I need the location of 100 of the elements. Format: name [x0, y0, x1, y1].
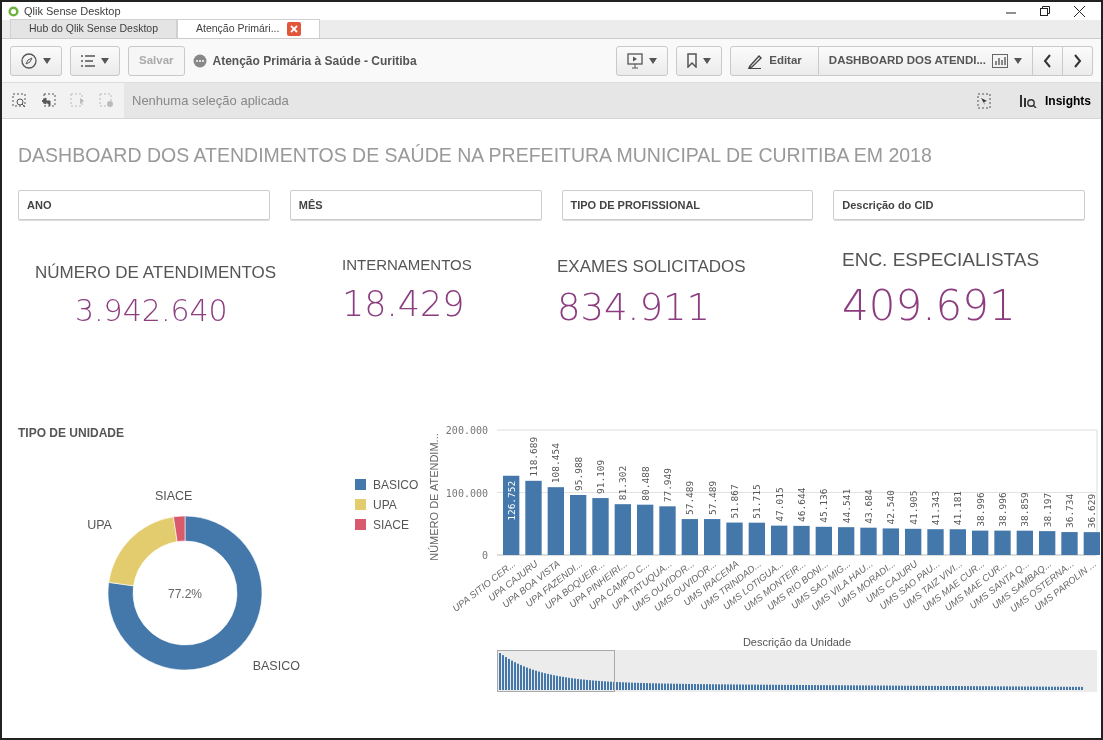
bar-value-label: 38.197 — [1041, 493, 1053, 528]
bar-value-label: 42.540 — [885, 490, 897, 525]
bar[interactable] — [994, 530, 1011, 556]
bar-value-label: 43.684 — [863, 489, 874, 524]
bar[interactable] — [972, 530, 989, 556]
kpi-value: 18.429 — [342, 284, 466, 324]
caret-icon — [703, 57, 712, 64]
viewport-handle[interactable] — [497, 650, 615, 693]
bar-value-label: 38.996 — [997, 492, 1008, 527]
bar-value-label: 36.734 — [1064, 494, 1075, 529]
kpi-label: NÚMERO DE ATENDIMENTOS — [35, 262, 278, 285]
chevron-right-icon — [1073, 53, 1082, 68]
filter-field[interactable]: MÊS — [289, 190, 542, 221]
bar-value-label: 41.181 — [952, 491, 964, 526]
bar[interactable] — [771, 525, 788, 556]
bar[interactable] — [748, 522, 765, 556]
tab[interactable]: Atenção Primári... — [177, 19, 321, 38]
bar[interactable] — [949, 529, 966, 556]
bar-value-label: 126.752 — [505, 481, 517, 522]
bar-value-label: 51.867 — [729, 484, 740, 519]
kpi-value: 3.942.640 — [74, 293, 229, 327]
slice-label: SIACE — [154, 489, 193, 504]
bookmark-button[interactable] — [676, 45, 723, 76]
bookmark-icon — [687, 53, 698, 68]
bar[interactable] — [681, 519, 698, 556]
next-button[interactable] — [1063, 45, 1093, 76]
bar[interactable] — [1039, 531, 1056, 556]
kpi-label: INTERNAMENTOS — [342, 255, 473, 276]
bar[interactable] — [659, 506, 676, 556]
sheet-icon — [992, 53, 1008, 68]
insights-icon — [1019, 93, 1039, 108]
bar[interactable] — [1083, 532, 1100, 556]
slice-label: BASICO — [252, 659, 300, 674]
tab[interactable]: Hub do Qlik Sense Desktop — [10, 19, 177, 38]
axis-tick-label: 0 — [481, 550, 488, 562]
bar[interactable] — [726, 522, 743, 556]
list-icon — [81, 54, 95, 67]
bar[interactable] — [1061, 532, 1078, 556]
insights-button[interactable]: Insights — [1009, 83, 1101, 118]
bar-value-label: 57.489 — [684, 481, 696, 516]
bar[interactable] — [547, 487, 564, 556]
bar[interactable] — [815, 527, 832, 556]
bar[interactable] — [503, 476, 520, 556]
edit-button[interactable]: Editar — [730, 45, 819, 76]
bar[interactable] — [525, 481, 542, 556]
app-icon — [192, 53, 207, 68]
bar[interactable] — [882, 528, 899, 556]
caret-icon — [649, 57, 658, 64]
bar[interactable] — [1016, 530, 1033, 556]
selection-status: Nenhuma seleção aplicada — [131, 91, 290, 110]
restore-icon[interactable] — [1040, 5, 1050, 16]
menu-button[interactable] — [70, 45, 120, 76]
present-button[interactable] — [616, 45, 669, 76]
axis-title: NÚMERO DE ATENDIM... — [428, 433, 440, 561]
bar-value-label: 41.343 — [930, 491, 941, 526]
pencil-icon — [747, 52, 764, 69]
bar[interactable] — [570, 495, 587, 556]
filter-field[interactable]: ANO — [18, 190, 270, 221]
bar-value-label: 81.302 — [617, 466, 629, 501]
filter-field[interactable]: Descrição do CID — [833, 190, 1085, 221]
step-forward-icon — [70, 93, 85, 108]
caret-icon — [43, 57, 51, 64]
selection-search-icon[interactable] — [12, 93, 27, 108]
bar[interactable] — [860, 527, 877, 556]
bar[interactable] — [905, 529, 922, 556]
navigation-button[interactable] — [10, 45, 62, 76]
bar-value-label: 91.109 — [595, 460, 606, 495]
close-icon[interactable] — [1074, 5, 1085, 17]
legend-label: BASICO — [373, 478, 419, 493]
kpi-value: 409.691 — [842, 282, 1017, 329]
bar-value-label: 108.454 — [550, 443, 562, 484]
bar-value-label: 46.644 — [796, 487, 807, 523]
bar[interactable] — [637, 504, 654, 556]
donut-slice[interactable] — [173, 515, 186, 543]
kpi-value: 834.911 — [557, 287, 711, 329]
bar-value-label: 38.859 — [1019, 492, 1031, 527]
bar-value-label: 95.988 — [572, 456, 584, 492]
bar[interactable] — [838, 527, 855, 556]
bar[interactable] — [704, 519, 721, 556]
bar[interactable] — [592, 498, 609, 556]
selection-tool-icon[interactable] — [977, 92, 991, 109]
bar[interactable] — [793, 526, 810, 556]
kpi-label: ENC. ESPECIALISTAS — [842, 248, 1041, 273]
compass-icon — [21, 52, 37, 69]
bar[interactable] — [927, 529, 944, 556]
step-back-icon[interactable] — [41, 93, 56, 108]
dashboard-title: DASHBOARD DOS ATENDIMENTOS DE SAÚDE NA PREFEITURA MUNICIPAL DE CURITIBA EM 2018 — [17, 143, 933, 168]
caret-icon — [101, 57, 109, 64]
axis-tick-label: 200.000 — [445, 425, 488, 437]
caret-icon — [1014, 57, 1022, 64]
bar-value-label: 51.715 — [751, 484, 763, 519]
close-tab-icon[interactable] — [287, 22, 302, 36]
chevron-left-icon — [1043, 53, 1052, 68]
filter-field[interactable]: TIPO DE PROFISSIONAL — [561, 190, 814, 221]
bar-value-label: 118.689 — [528, 437, 539, 478]
sheet-selector[interactable]: DASHBOARD DOS ATENDI... — [818, 45, 1033, 76]
previous-button[interactable] — [1033, 45, 1063, 76]
bar[interactable] — [614, 504, 631, 556]
center-label: 77.2% — [168, 587, 202, 602]
chart-title: TIPO DE UNIDADE — [17, 425, 125, 443]
